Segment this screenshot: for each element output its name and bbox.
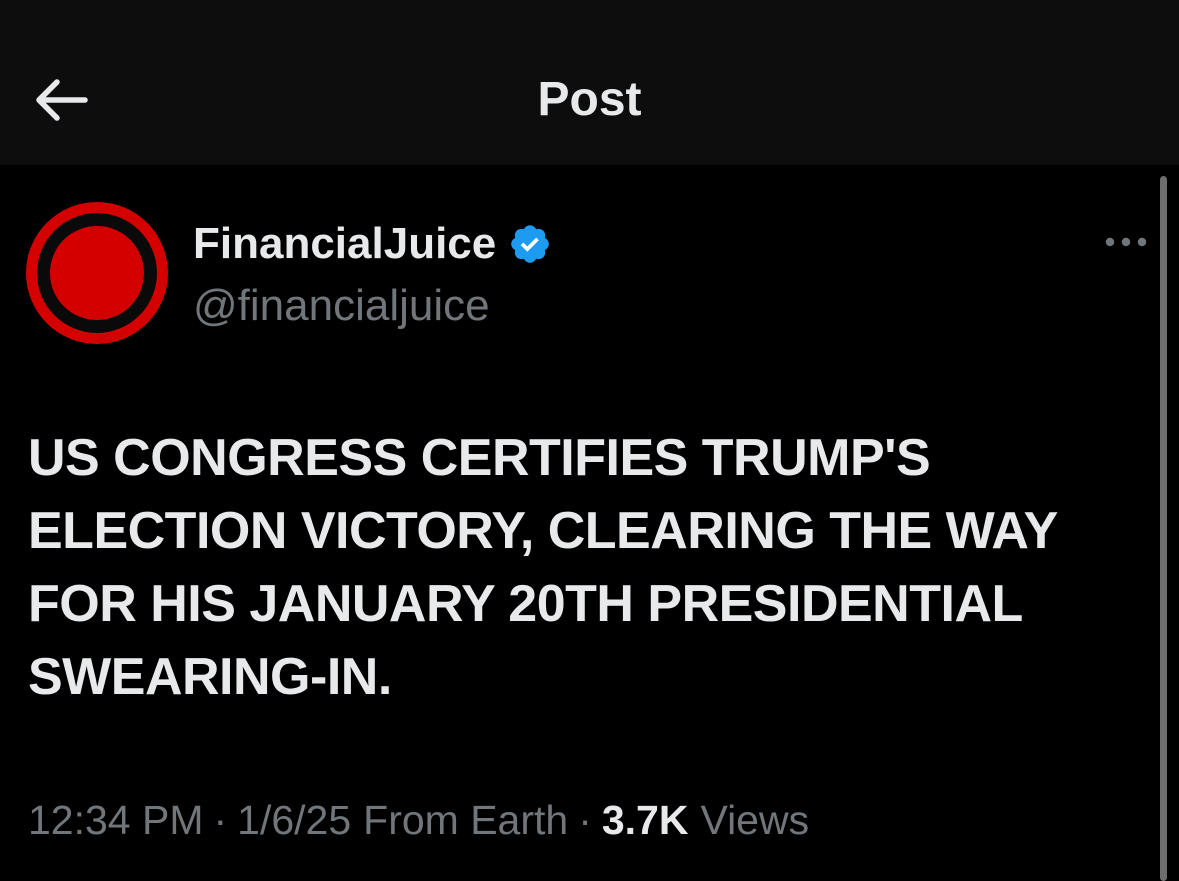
post-text: US CONGRESS CERTIFIES TRUMP'S ELECTION V… bbox=[28, 429, 1057, 706]
post-date[interactable]: 1/6/25 bbox=[237, 792, 351, 848]
views-count[interactable]: 3.7K bbox=[602, 792, 689, 848]
meta-separator: · bbox=[213, 797, 228, 843]
post-time[interactable]: 12:34 PM bbox=[28, 792, 204, 848]
post-meta: 12:34 PM · 1/6/25 From Earth · 3.7K View… bbox=[28, 792, 809, 848]
avatar-core bbox=[50, 226, 144, 320]
meta-separator: · bbox=[578, 797, 592, 843]
author-handle[interactable]: @financialjuice bbox=[193, 280, 490, 332]
author-display-name[interactable]: FinancialJuice bbox=[193, 218, 496, 270]
more-options-button[interactable] bbox=[1100, 228, 1152, 256]
author-name-row: FinancialJuice bbox=[193, 218, 552, 270]
post-screen: Post FinancialJuice @financialjuice US C… bbox=[0, 0, 1179, 881]
top-bar: Post bbox=[0, 0, 1179, 165]
page-title: Post bbox=[537, 73, 642, 126]
verified-badge-icon[interactable] bbox=[508, 222, 552, 266]
views-label[interactable]: Views bbox=[700, 792, 809, 848]
post-location: From Earth bbox=[363, 797, 569, 843]
scrollbar[interactable] bbox=[1160, 176, 1167, 881]
avatar[interactable] bbox=[26, 202, 168, 344]
ellipsis-icon bbox=[1105, 237, 1147, 247]
